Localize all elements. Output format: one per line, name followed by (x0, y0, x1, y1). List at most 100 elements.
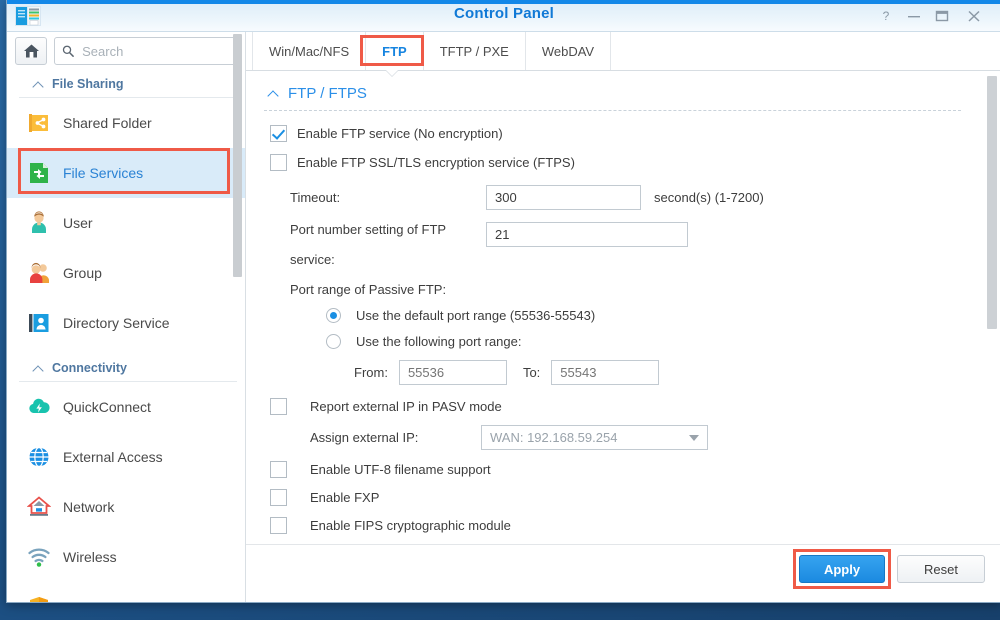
default-port-range-label[interactable]: Use the default port range (55536-55543) (356, 308, 595, 323)
default-port-range-row: Use the default port range (55536-55543) (326, 308, 983, 323)
sidebar-scrollbar[interactable] (233, 34, 242, 277)
shared-folder-icon (27, 111, 51, 135)
group-icon (27, 261, 51, 285)
external-access-icon (27, 445, 51, 469)
content-scrollbar[interactable] (987, 76, 997, 329)
utf8-checkbox[interactable] (270, 461, 287, 478)
assign-external-ip-value: WAN: 192.168.59.254 (490, 430, 617, 445)
fxp-checkbox[interactable] (270, 489, 287, 506)
section-header-ftp-ftps[interactable]: FTP / FTPS (264, 71, 961, 111)
window-titlebar: Control Panel ? (7, 0, 1000, 32)
sidebar-item-label: File Services (63, 165, 143, 181)
search-icon (62, 44, 74, 58)
nav-group-file-sharing[interactable]: File Sharing (19, 70, 237, 98)
sidebar-item-external-access[interactable]: External Access (7, 432, 245, 482)
default-port-range-radio[interactable] (326, 308, 341, 323)
svg-text:?: ? (883, 9, 890, 23)
assign-external-ip-label: Assign external IP: (310, 430, 481, 445)
enable-ftps-checkbox[interactable] (270, 154, 287, 171)
tab-label: Win/Mac/NFS (269, 44, 349, 59)
enable-ftp-checkbox[interactable] (270, 125, 287, 142)
sidebar-item-label: Shared Folder (63, 115, 152, 131)
ftp-settings-panel: FTP / FTPS Enable FTP service (No encryp… (246, 71, 1000, 545)
sidebar-item-label: External Access (63, 449, 163, 465)
help-button[interactable]: ? (875, 8, 897, 26)
assign-external-ip-row: Assign external IP: WAN: 192.168.59.254 (310, 425, 983, 450)
custom-port-range-radio[interactable] (326, 334, 341, 349)
port-number-label-line2: service: (290, 252, 486, 267)
nav-group-label: File Sharing (52, 77, 124, 91)
port-from-input[interactable] (399, 360, 507, 385)
sidebar: File Sharing Shared Folder (7, 32, 246, 602)
tab-tftp-pxe[interactable]: TFTP / PXE (424, 32, 526, 70)
enable-ftps-label[interactable]: Enable FTP SSL/TLS encryption service (F… (297, 155, 575, 170)
search-input[interactable] (80, 43, 229, 60)
report-external-ip-checkbox[interactable] (270, 398, 287, 415)
window-title: Control Panel (7, 5, 1000, 22)
network-icon (27, 495, 51, 519)
minimize-button[interactable] (903, 8, 925, 26)
section-title: FTP / FTPS (288, 85, 367, 102)
sidebar-item-label: Wireless (63, 549, 117, 565)
content-area: Win/Mac/NFS FTP TFTP / PXE WebDAV FTP / … (246, 32, 1000, 602)
user-icon (27, 211, 51, 235)
custom-port-range-row: Use the following port range: (326, 334, 983, 349)
quickconnect-icon (27, 395, 51, 419)
close-button[interactable] (963, 8, 985, 26)
fips-checkbox[interactable] (270, 517, 287, 534)
tab-webdav[interactable]: WebDAV (526, 32, 611, 70)
enable-ftps-row: Enable FTP SSL/TLS encryption service (F… (270, 154, 983, 171)
port-to-input[interactable] (551, 360, 659, 385)
fips-label[interactable]: Enable FIPS cryptographic module (310, 518, 511, 533)
fxp-row: Enable FXP (270, 489, 983, 506)
sidebar-toolbar (7, 32, 245, 70)
timeout-row: Timeout: second(s) (1-7200) (290, 185, 983, 210)
apply-button-label: Apply (824, 562, 860, 577)
home-button[interactable] (15, 37, 47, 65)
custom-port-range-label[interactable]: Use the following port range: (356, 334, 521, 349)
sidebar-item-wireless[interactable]: Wireless (7, 532, 245, 582)
sidebar-item-shared-folder[interactable]: Shared Folder (7, 98, 245, 148)
assign-external-ip-dropdown[interactable]: WAN: 192.168.59.254 (481, 425, 708, 450)
tab-win-mac-nfs[interactable]: Win/Mac/NFS (252, 32, 366, 70)
sidebar-item-label: User (63, 215, 93, 231)
utf8-row: Enable UTF-8 filename support (270, 461, 983, 478)
enable-ftp-row: Enable FTP service (No encryption) (270, 125, 983, 142)
tab-label: TFTP / PXE (440, 44, 509, 59)
sidebar-item-group[interactable]: Group (7, 248, 245, 298)
sidebar-item-label: Group (63, 265, 102, 281)
utf8-label[interactable]: Enable UTF-8 filename support (310, 462, 491, 477)
security-icon (27, 595, 51, 602)
report-external-ip-row: Report external IP in PASV mode (270, 398, 983, 415)
sidebar-item-network[interactable]: Network (7, 482, 245, 532)
maximize-button[interactable] (931, 8, 953, 26)
sidebar-item-quickconnect[interactable]: QuickConnect (7, 382, 245, 432)
search-box[interactable] (54, 37, 237, 65)
sidebar-item-label: Directory Service (63, 315, 170, 331)
apply-button[interactable]: Apply (799, 555, 885, 583)
port-number-input[interactable] (486, 222, 688, 247)
nav-group-connectivity[interactable]: Connectivity (19, 354, 237, 382)
passive-port-range-label: Port range of Passive FTP: (290, 282, 983, 297)
sidebar-item-user[interactable]: User (7, 198, 245, 248)
tab-label: FTP (382, 44, 407, 59)
sidebar-item-file-services[interactable]: File Services (7, 148, 245, 198)
chevron-up-icon (33, 81, 44, 88)
reset-button[interactable]: Reset (897, 555, 985, 583)
tab-bar: Win/Mac/NFS FTP TFTP / PXE WebDAV (246, 32, 1000, 71)
timeout-suffix: second(s) (1-7200) (654, 190, 764, 205)
directory-service-icon (27, 311, 51, 335)
sidebar-item-security[interactable]: Security (7, 582, 245, 602)
enable-ftp-label[interactable]: Enable FTP service (No encryption) (297, 126, 503, 141)
chevron-up-icon (268, 90, 279, 97)
sidebar-item-label: Security (63, 599, 114, 602)
fips-row: Enable FIPS cryptographic module (270, 517, 983, 534)
port-range-fields-row: From: To: (354, 360, 983, 385)
port-number-row: Port number setting of FTP service: (290, 222, 983, 267)
timeout-input[interactable] (486, 185, 641, 210)
report-external-ip-label[interactable]: Report external IP in PASV mode (310, 399, 502, 414)
tab-ftp[interactable]: FTP (366, 32, 424, 70)
sidebar-item-directory-service[interactable]: Directory Service (7, 298, 245, 348)
fxp-label[interactable]: Enable FXP (310, 490, 379, 505)
port-number-label-line1: Port number setting of FTP (290, 222, 486, 237)
